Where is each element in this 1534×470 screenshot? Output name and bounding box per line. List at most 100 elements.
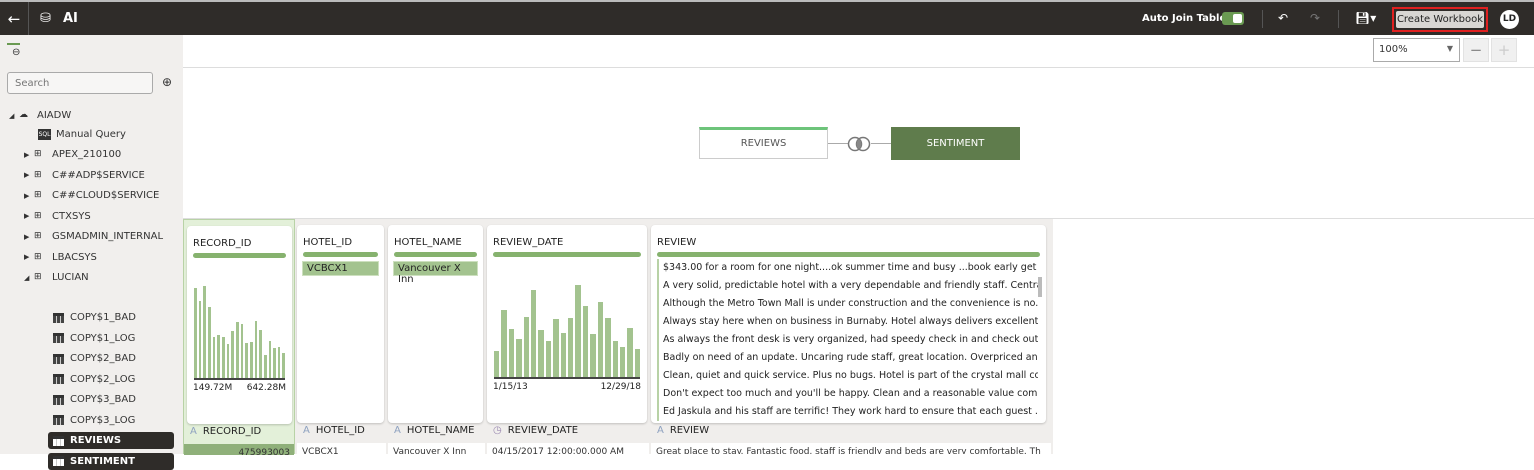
histogram-bar[interactable] (612, 341, 618, 377)
value-item[interactable]: A very solid, predictable hotel with a v… (657, 277, 1038, 295)
column-header[interactable]: A HOTEL_NAME (394, 425, 475, 436)
column-hotel-name[interactable]: HOTEL_NAME Vancouver X Inn A HOTEL_NAME V… (388, 219, 485, 454)
scrollbar[interactable] (1038, 277, 1042, 297)
histogram-bar[interactable] (582, 306, 589, 377)
expand-icon[interactable]: ▶ (24, 212, 34, 220)
histogram-bar[interactable] (619, 346, 626, 377)
column-record-id[interactable]: RECORD_ID 149.72M 642.28M A RECORD_ID 475… (183, 219, 295, 455)
value-item[interactable]: $343.00 for a room for one night....ok s… (657, 259, 1038, 277)
column-hotel-id[interactable]: HOTEL_ID VCBCX1 A HOTEL_ID VCBCX1 (297, 219, 386, 454)
histogram-bar[interactable] (194, 287, 197, 378)
histogram-bar[interactable] (245, 343, 248, 378)
histogram-bar[interactable] (575, 285, 581, 377)
histogram-bar[interactable] (231, 330, 234, 378)
tree-schema[interactable]: ▶ ⊞ C##CLOUD$SERVICE (24, 187, 159, 204)
histogram-bar[interactable] (494, 350, 500, 377)
tree-table[interactable]: COPY$3_LOG (53, 412, 135, 429)
value-item[interactable]: Although the Metro Town Mall is under co… (657, 295, 1038, 313)
histogram-bar[interactable] (508, 328, 515, 377)
zoom-out-button[interactable]: − (1463, 38, 1489, 62)
histogram-bar[interactable] (207, 306, 211, 378)
histogram-bar[interactable] (226, 343, 230, 378)
expand-icon[interactable]: ▶ (24, 151, 34, 159)
histogram-bar[interactable] (221, 337, 225, 378)
zoom-in-button[interactable]: + (1491, 38, 1517, 62)
tree-schema[interactable]: ▶ ⊞ LBACSYS (24, 249, 97, 266)
histogram-bar[interactable] (545, 341, 552, 377)
tree-table[interactable]: COPY$2_BAD (53, 350, 136, 367)
column-review[interactable]: REVIEW $343.00 for a room for one night.… (651, 219, 1051, 454)
histogram-bar[interactable] (282, 353, 286, 378)
table-node-sentiment[interactable]: SENTIMENT (891, 127, 1020, 160)
histogram-bar[interactable] (235, 321, 239, 378)
tree-table[interactable]: COPY$3_BAD (53, 391, 136, 408)
histogram-bar[interactable] (273, 348, 276, 378)
tree-schema[interactable]: ▶ ⊞ GSMADMIN_INTERNAL (24, 228, 163, 245)
histogram-bar[interactable] (259, 329, 262, 378)
tree-table[interactable]: COPY$1_BAD (53, 309, 136, 326)
cell[interactable]: Great place to stay. Fantastic food, sta… (651, 443, 1051, 454)
histogram-bar[interactable] (277, 347, 281, 378)
value-item[interactable]: Don't expect too much and you'll be happ… (657, 385, 1038, 403)
histogram-bar[interactable] (560, 332, 567, 377)
histogram-bar[interactable] (249, 342, 253, 378)
histogram-bar[interactable] (523, 316, 530, 377)
save-icon[interactable]: 💾︎▾ (1355, 11, 1376, 25)
histogram-bar[interactable] (212, 336, 216, 378)
histogram-bar[interactable] (605, 318, 611, 377)
cell[interactable]: VCBCX1 (297, 443, 386, 454)
tree-table[interactable]: COPY$2_LOG (53, 371, 135, 388)
histogram-bar[interactable] (553, 319, 559, 377)
collapse-icon[interactable]: ◢ (9, 112, 19, 120)
value-item[interactable]: Ed Jaskula and his staff are terrific! T… (657, 403, 1038, 421)
table-node-reviews[interactable]: REVIEWS (699, 127, 828, 159)
column-header[interactable]: A RECORD_ID (190, 426, 261, 437)
value-bar[interactable]: Vancouver X Inn (393, 261, 478, 285)
value-item[interactable]: As always the front desk is very organiz… (657, 331, 1038, 349)
column-header[interactable]: A REVIEW (657, 425, 709, 436)
collapse-icon[interactable]: ◢ (24, 274, 34, 282)
tree-schema[interactable]: ◢ ⊞ LUCIAN (24, 269, 89, 286)
histogram-bar[interactable] (501, 309, 507, 377)
tree-schema[interactable]: ▶ ⊞ APEX_210100 (24, 146, 121, 163)
histogram-bar[interactable] (263, 354, 267, 378)
cell[interactable]: 475993003 (184, 444, 294, 455)
tree-schema[interactable]: ▶ ⊞ CTXSYS (24, 208, 91, 225)
histogram-bar[interactable] (568, 318, 574, 377)
tree-table[interactable]: COPY$1_LOG (53, 330, 135, 347)
histogram-bar[interactable] (634, 348, 641, 377)
histogram-bar[interactable] (203, 286, 206, 378)
expand-icon[interactable]: ▶ (24, 253, 34, 261)
column-header[interactable]: ◷ REVIEW_DATE (493, 425, 578, 436)
histogram-bar[interactable] (590, 333, 596, 377)
join-icon[interactable] (846, 136, 872, 152)
search-input[interactable] (7, 72, 153, 94)
expand-icon[interactable]: ▶ (24, 171, 34, 179)
value-bar[interactable]: VCBCX1 (302, 261, 379, 276)
histogram-bar[interactable] (198, 300, 202, 378)
column-header[interactable]: A HOTEL_ID (303, 425, 365, 436)
value-item[interactable]: Clean, quiet and quick service. Plus no … (657, 367, 1038, 385)
histogram-bar[interactable] (254, 320, 258, 378)
value-item[interactable]: Badly on need of an update. Uncaring rud… (657, 349, 1038, 367)
tree-manual-query[interactable]: SQL Manual Query (38, 126, 126, 143)
expand-icon[interactable]: ▶ (24, 192, 34, 200)
tree-connection-aiadw[interactable]: ◢ ☁ AIADW (9, 107, 71, 124)
histogram-bar[interactable] (240, 323, 244, 378)
tree-schema[interactable]: ▶ ⊞ C##ADP$SERVICE (24, 167, 145, 184)
avatar[interactable]: LD (1500, 10, 1519, 29)
tree-table[interactable]: SENTIMENT (48, 452, 174, 470)
expand-icon[interactable]: ▶ (24, 233, 34, 241)
histogram-bar[interactable] (217, 335, 220, 378)
cell[interactable]: Vancouver X Inn (388, 443, 485, 454)
histogram-bar[interactable] (531, 290, 537, 377)
create-workbook-button[interactable]: Create Workbook (1392, 7, 1488, 32)
back-arrow-icon[interactable]: ← (0, 2, 29, 35)
zoom-select[interactable]: 100% ▼ (1373, 38, 1460, 62)
histogram-bar[interactable] (627, 327, 633, 377)
redo-icon[interactable]: ↷ (1310, 11, 1320, 25)
value-item[interactable]: Always stay here when on business in Bur… (657, 313, 1038, 331)
data-source-tab-icon[interactable]: ⊖ (12, 47, 20, 58)
auto-join-toggle[interactable] (1222, 12, 1244, 25)
histogram-bar[interactable] (597, 302, 604, 377)
